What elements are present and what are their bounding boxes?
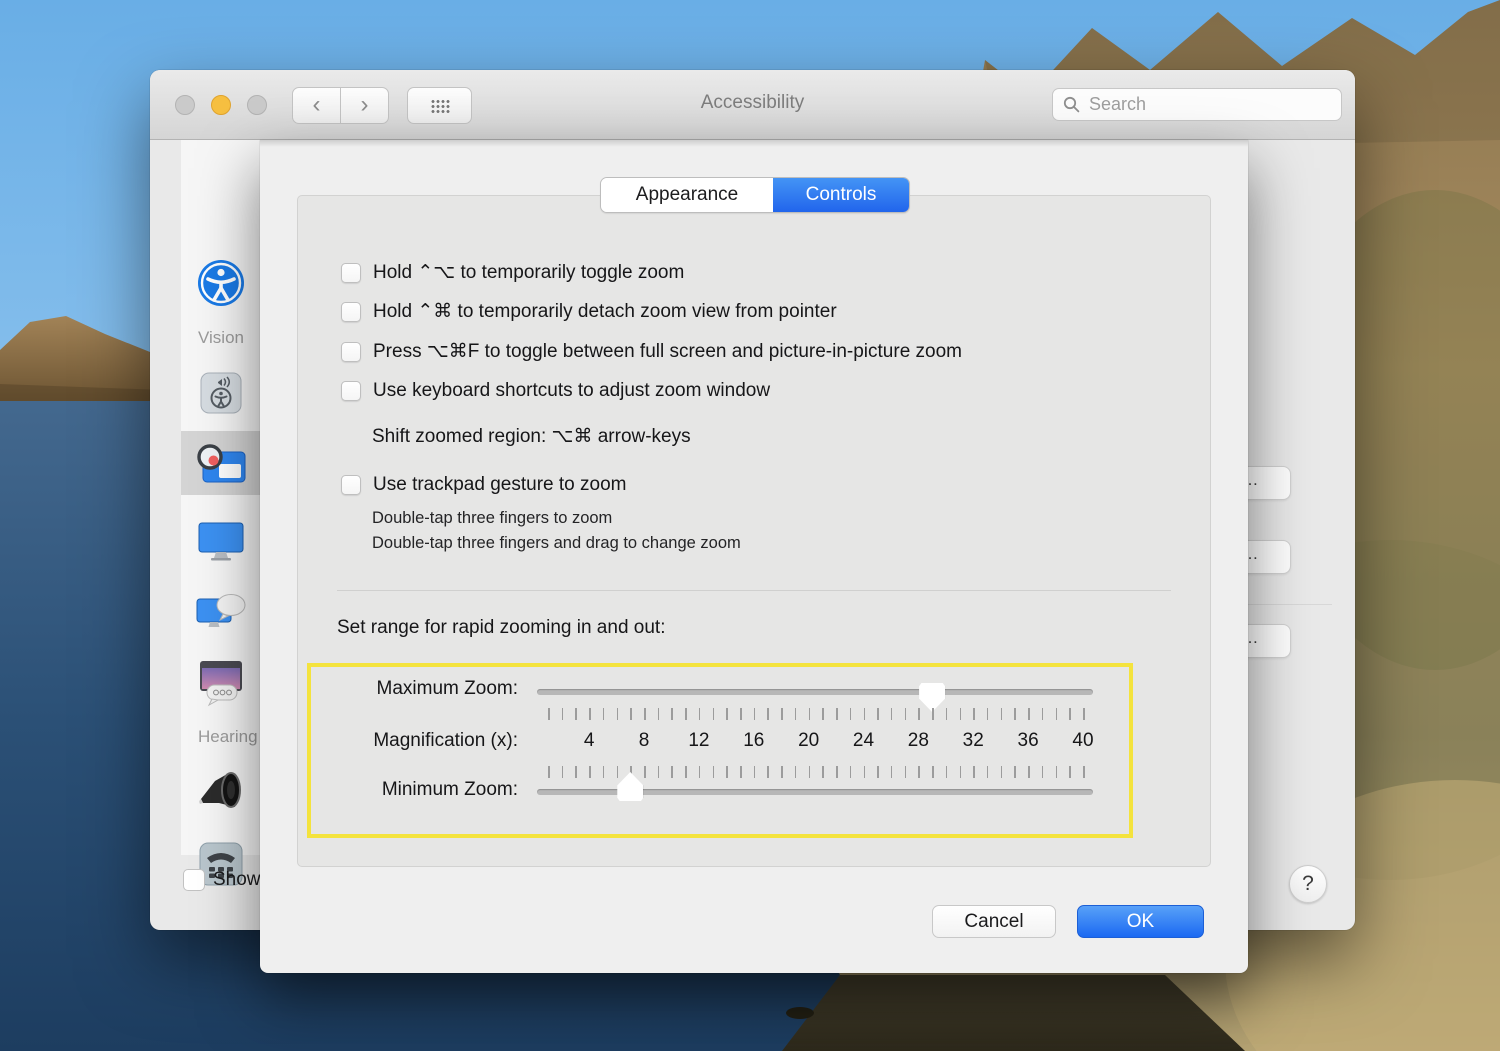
minimum-zoom-label: Minimum Zoom: — [320, 779, 518, 801]
help-button[interactable]: ? — [1289, 865, 1327, 903]
checkbox[interactable] — [341, 263, 361, 283]
sidebar-item-descriptions[interactable] — [194, 659, 248, 707]
tab-bar: Appearance Controls — [600, 177, 910, 213]
tab-controls[interactable]: Controls — [773, 178, 909, 212]
divider — [337, 590, 1171, 591]
checkbox[interactable] — [341, 475, 361, 495]
search-field[interactable] — [1052, 88, 1342, 121]
tab-appearance[interactable]: Appearance — [601, 178, 773, 212]
maximum-zoom-label: Maximum Zoom: — [320, 678, 518, 700]
sidebar: Vision — [181, 140, 260, 855]
checkbox-row-toggle-zoom[interactable]: Hold ⌃⌥ to temporarily toggle zoom — [341, 261, 684, 284]
maximum-zoom-slider-track[interactable] — [537, 689, 1093, 695]
tick-row — [548, 708, 1083, 720]
window-toolbar: ‹ › Accessibility — [150, 70, 1355, 140]
checkbox-row-trackpad-gesture[interactable]: Use trackpad gesture to zoom — [341, 474, 626, 496]
show-checkbox[interactable] — [183, 869, 205, 891]
checkbox-row-keyboard-shortcuts[interactable]: Use keyboard shortcuts to adjust zoom wi… — [341, 380, 770, 402]
checkbox[interactable] — [341, 381, 361, 401]
show-checkbox-label: Show — [213, 869, 261, 891]
sidebar-section-hearing: Hearing — [198, 727, 258, 747]
checkbox-row-fullscreen-pip[interactable]: Press ⌥⌘F to toggle between full screen … — [341, 340, 962, 363]
range-heading: Set range for rapid zooming in and out: — [337, 617, 665, 639]
sidebar-item-voiceover[interactable] — [200, 372, 242, 414]
zoom-options-sheet: Appearance Controls Hold ⌃⌥ to temporari… — [260, 140, 1248, 973]
trackpad-hint-2: Double-tap three fingers and drag to cha… — [372, 534, 741, 553]
sidebar-item-display[interactable] — [194, 520, 248, 562]
sidebar-section-vision: Vision — [198, 328, 244, 348]
search-icon — [1063, 96, 1080, 113]
sidebar-item-audio[interactable] — [195, 769, 247, 817]
sidebar-item-spoken-content[interactable] — [193, 591, 249, 635]
search-input[interactable] — [1087, 93, 1331, 116]
checkbox-row-detach-zoom[interactable]: Hold ⌃⌘ to temporarily detach zoom view … — [341, 300, 837, 323]
checkbox[interactable] — [341, 342, 361, 362]
sidebar-item-zoom[interactable] — [195, 440, 247, 488]
checkbox[interactable] — [341, 302, 361, 322]
magnification-label: Magnification (x): — [320, 730, 518, 752]
divider — [1248, 604, 1332, 605]
cancel-button[interactable]: Cancel — [932, 905, 1056, 938]
show-menu-bar-checkbox-row[interactable]: Show — [183, 869, 261, 891]
ok-button[interactable]: OK — [1077, 905, 1204, 938]
shift-zoomed-region-label: Shift zoomed region: ⌥⌘ arrow-keys — [372, 425, 691, 448]
magnification-scale-labels: 481216202428323640 — [548, 730, 1083, 754]
screen: ‹ › Accessibility — [0, 0, 1500, 1051]
trackpad-hint-1: Double-tap three fingers to zoom — [372, 509, 612, 528]
accessibility-overview-icon[interactable] — [197, 259, 245, 307]
